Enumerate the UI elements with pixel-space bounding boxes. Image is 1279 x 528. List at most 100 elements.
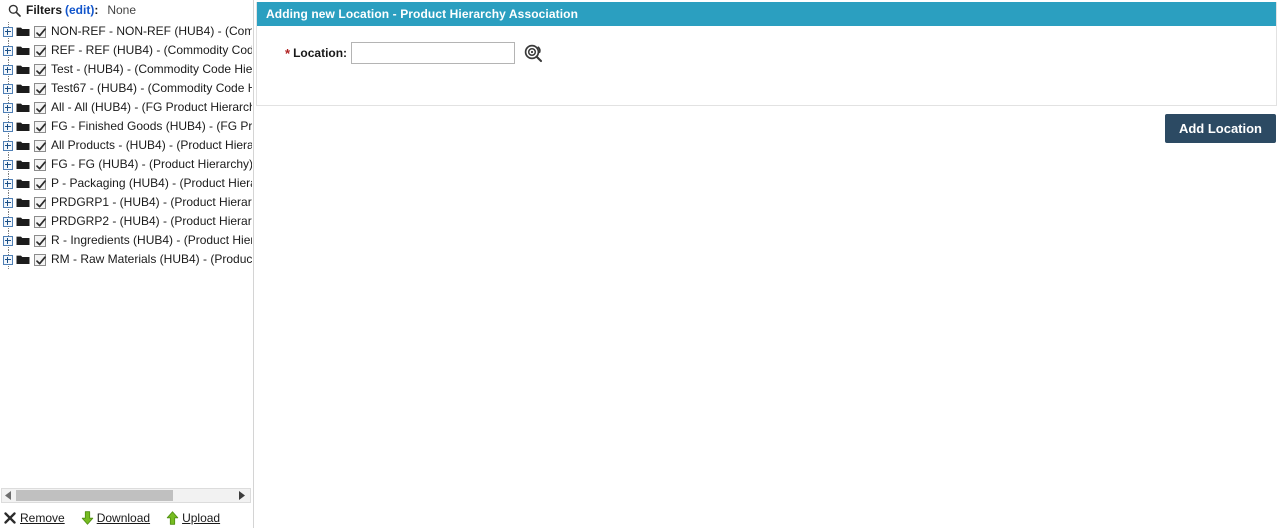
folder-icon [16,122,30,131]
tree-expander[interactable] [3,216,13,227]
tree-row[interactable]: RM - Raw Materials (HUB4) - (Product Hie… [0,250,252,269]
tree-row-checkbox[interactable] [34,44,46,57]
check-icon [36,141,46,151]
filters-colon: : [94,3,99,17]
tree-row[interactable]: FG - FG (HUB4) - (Product Hierarchy) [0,155,252,174]
search-icon [8,4,21,17]
tree-expander[interactable] [3,121,13,132]
tree-row[interactable]: P - Packaging (HUB4) - (Product Hierarch… [0,174,252,193]
check-icon [36,160,46,170]
tree-row[interactable]: FG - Finished Goods (HUB4) - (FG Product… [0,117,252,136]
tree-row-label: R - Ingredients (HUB4) - (Product Hierar… [51,233,252,247]
form-panel-header: Adding new Location - Product Hierarchy … [257,2,1276,26]
tree-row[interactable]: Test67 - (HUB4) - (Commodity Code Hierar… [0,79,252,98]
tree-expander[interactable] [3,64,13,75]
folder-icon [16,46,30,55]
tree-row-label: RM - Raw Materials (HUB4) - (Product Hie… [51,252,252,266]
location-lookup-button[interactable] [522,42,544,64]
tree-row[interactable]: R - Ingredients (HUB4) - (Product Hierar… [0,231,252,250]
upload-link-label: Upload [182,510,221,525]
filters-value: None [107,3,137,17]
tree-row-checkbox[interactable] [34,139,46,152]
location-input[interactable] [351,42,516,64]
add-location-button[interactable]: Add Location [1164,114,1276,143]
hierarchy-tree-panel: Filters (edit): None NON-REF - NON-REF (… [0,0,252,528]
caret-right-icon [239,491,245,500]
tree-row-checkbox[interactable] [34,234,46,247]
tree-expander[interactable] [3,235,13,246]
horizontal-scrollbar[interactable] [1,488,251,503]
folder-icon [16,103,30,112]
tree-row-checkbox[interactable] [34,196,46,209]
detail-area: Adding new Location - Product Hierarchy … [256,0,1279,528]
tree-expander[interactable] [3,45,13,56]
scroll-right-button[interactable] [236,489,249,502]
tree-row-label: PRDGRP1 - (HUB4) - (Product Hierarchy) [51,195,252,209]
tree-row-checkbox[interactable] [34,215,46,228]
tree-row-label: FG - FG (HUB4) - (Product Hierarchy) [51,157,252,171]
check-icon [36,236,46,246]
tree-row[interactable]: All Products - (HUB4) - (Product Hierarc… [0,136,252,155]
tree-row-checkbox[interactable] [34,120,46,133]
tree-row[interactable]: All - All (HUB4) - (FG Product Hierarchy… [0,98,252,117]
tree-row-label: All - All (HUB4) - (FG Product Hierarchy… [51,100,252,114]
folder-icon [16,217,30,226]
required-marker: * [285,45,291,61]
tree-row[interactable]: REF - REF (HUB4) - (Commodity Code Hiera… [0,41,252,60]
tree-row-checkbox[interactable] [34,158,46,171]
tree-row-label: PRDGRP2 - (HUB4) - (Product Hierarchy) [51,214,252,228]
tree-row-label: NON-REF - NON-REF (HUB4) - (Commodity Co… [51,24,252,38]
folder-icon [16,65,30,74]
filters-edit-link[interactable]: (edit) [65,3,94,17]
folder-icon [16,27,30,36]
tree-row-label: P - Packaging (HUB4) - (Product Hierarch… [51,176,252,190]
panel-divider [253,0,254,528]
location-field-label: Location: [293,46,348,60]
tree-row-checkbox[interactable] [34,253,46,266]
download-link[interactable]: Download [81,511,150,525]
tree-expander[interactable] [3,197,13,208]
arrow-up-icon [166,510,179,525]
filter-bar: Filters (edit): None [0,0,252,20]
tree-row-checkbox[interactable] [34,63,46,76]
folder-icon [16,160,30,169]
tree-expander[interactable] [3,83,13,94]
scroll-left-button[interactable] [2,489,15,502]
folder-icon [16,198,30,207]
download-link-label: Download [96,510,151,525]
folder-icon [16,179,30,188]
tree-row[interactable]: PRDGRP2 - (HUB4) - (Product Hierarchy) [0,212,252,231]
remove-link[interactable]: Remove [4,511,65,525]
tree-expander[interactable] [3,254,13,265]
tree-expander[interactable] [3,178,13,189]
check-icon [36,84,46,94]
tree-expander[interactable] [3,140,13,151]
upload-link[interactable]: Upload [166,511,220,525]
tree-row-checkbox[interactable] [34,177,46,190]
caret-left-icon [5,491,11,500]
tree-row[interactable]: Test - (HUB4) - (Commodity Code Hierarch… [0,60,252,79]
scrollbar-thumb[interactable] [16,490,173,501]
tree-row-label: REF - REF (HUB4) - (Commodity Code Hiera… [51,43,252,57]
tree-row-checkbox[interactable] [34,101,46,114]
check-icon [36,65,46,75]
tree-expander[interactable] [3,102,13,113]
tree-action-bar: Remove Download Upload [0,507,252,528]
tree-row[interactable]: NON-REF - NON-REF (HUB4) - (Commodity Co… [0,22,252,41]
tree-row-checkbox[interactable] [34,82,46,95]
check-icon [36,103,46,113]
hierarchy-tree: NON-REF - NON-REF (HUB4) - (Commodity Co… [0,22,252,482]
tree-row-label: FG - Finished Goods (HUB4) - (FG Product… [51,119,252,133]
tree-row-label: Test67 - (HUB4) - (Commodity Code Hierar… [51,81,252,95]
x-icon [4,511,16,524]
check-icon [36,198,46,208]
tree-row[interactable]: PRDGRP1 - (HUB4) - (Product Hierarchy) [0,193,252,212]
tree-row-label: Test - (HUB4) - (Commodity Code Hierarch… [51,62,252,76]
tree-row-label: All Products - (HUB4) - (Product Hierarc… [51,138,252,152]
tree-row-checkbox[interactable] [34,25,46,38]
tree-expander[interactable] [3,26,13,37]
folder-icon [16,84,30,93]
tree-expander[interactable] [3,159,13,170]
filters-label: Filters [26,3,63,17]
check-icon [36,46,46,56]
